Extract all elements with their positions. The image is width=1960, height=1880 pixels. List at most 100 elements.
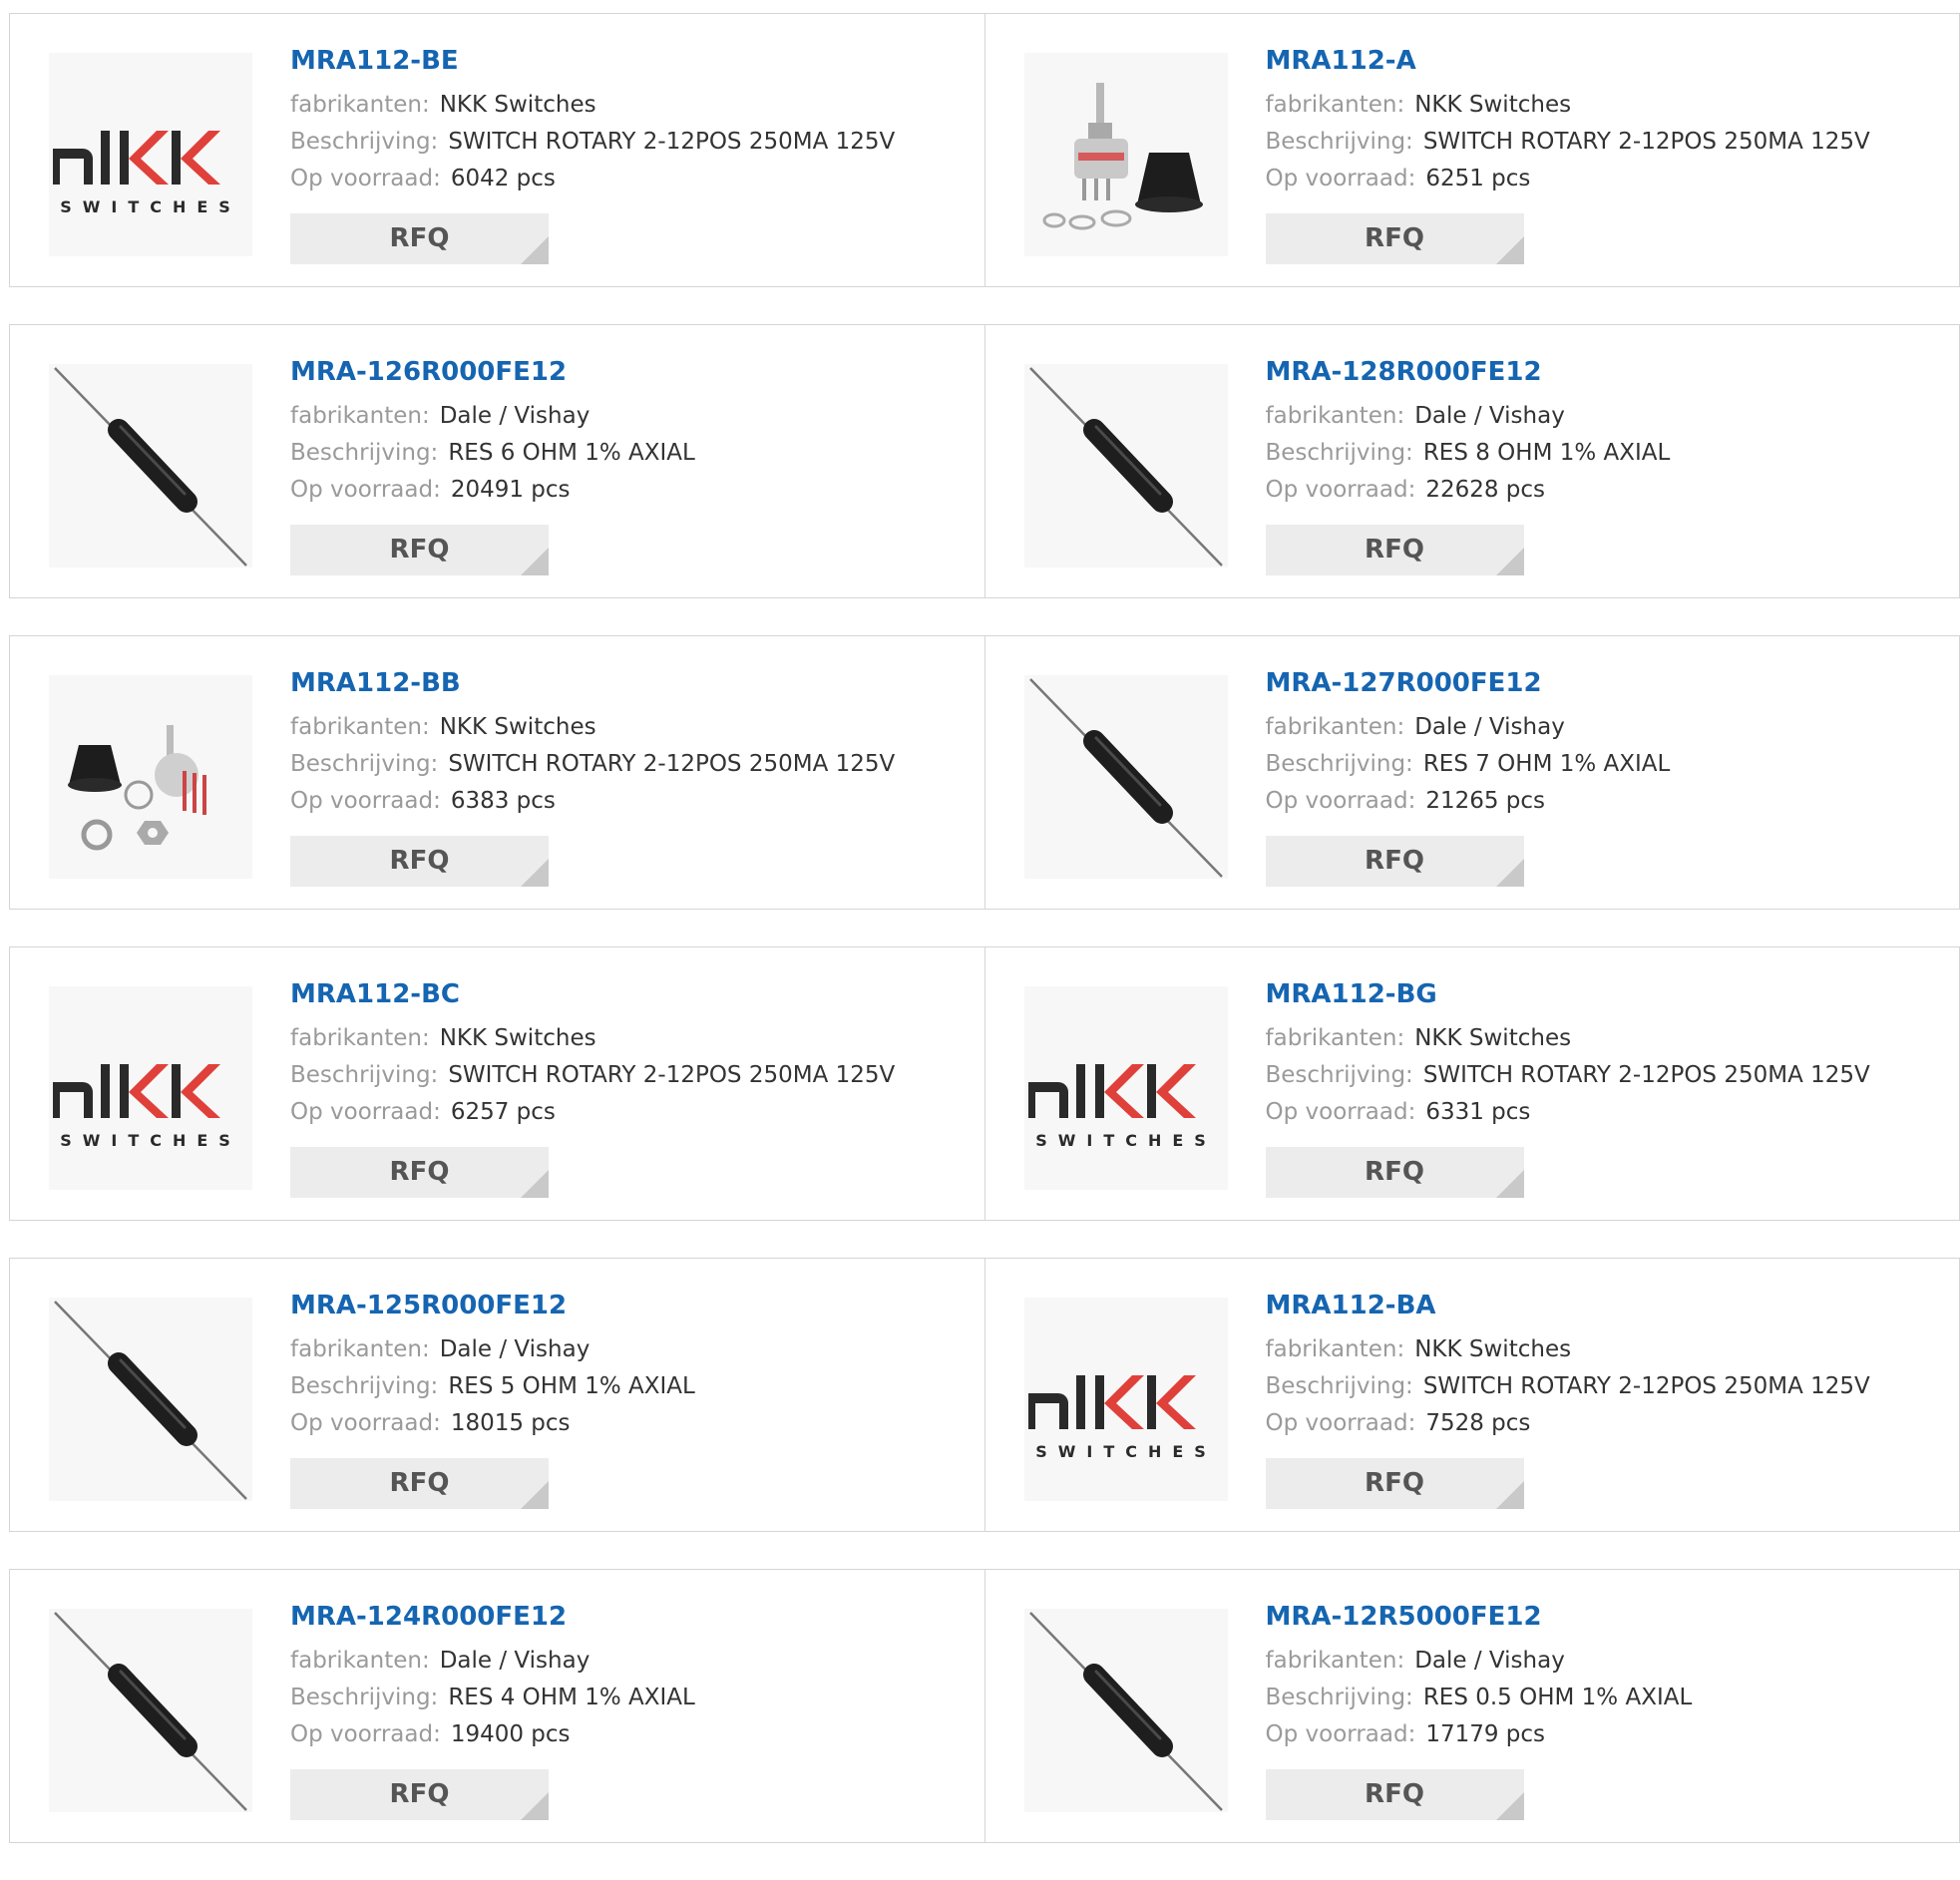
product-info: MRA-127R000FE12 fabrikanten:Dale / Visha… bbox=[1266, 666, 1950, 820]
part-number-link[interactable]: MRA-128R000FE12 bbox=[1266, 355, 1542, 389]
stock-label: Op voorraad: bbox=[1266, 788, 1416, 814]
product-row: SWITCHES MRA112-BE fabrikanten: NKK Switc… bbox=[9, 13, 1960, 287]
svg-text:SWITCHES: SWITCHES bbox=[60, 197, 241, 216]
manufacturer-label: fabrikanten: bbox=[290, 92, 430, 118]
product-image[interactable]: SWITCHES bbox=[1024, 1298, 1228, 1501]
product-image[interactable]: SWITCHES bbox=[49, 986, 252, 1190]
rfq-button-label: RFQ bbox=[290, 1147, 549, 1198]
rfq-button[interactable]: RFQ bbox=[1266, 1458, 1524, 1509]
product-image[interactable] bbox=[1024, 675, 1228, 879]
rfq-button-label: RFQ bbox=[1266, 1458, 1524, 1509]
description-label: Beschrijving: bbox=[290, 751, 438, 777]
part-number-link[interactable]: MRA112-BA bbox=[1266, 1289, 1436, 1322]
manufacturer-label: fabrikanten: bbox=[290, 1648, 430, 1674]
rotary-switch-icon bbox=[1024, 53, 1228, 256]
product-image[interactable] bbox=[49, 1298, 252, 1501]
product-image[interactable] bbox=[49, 364, 252, 567]
rfq-button[interactable]: RFQ bbox=[1266, 525, 1524, 575]
part-number-link[interactable]: MRA-125R000FE12 bbox=[290, 1289, 567, 1322]
part-number-link[interactable]: MRA112-A bbox=[1266, 44, 1416, 78]
manufacturer-label: fabrikanten: bbox=[290, 714, 430, 740]
product-card: MRA112-BB fabrikanten:NKK Switches Besch… bbox=[9, 635, 985, 910]
manufacturer-row: fabrikanten:Dale / Vishay bbox=[1266, 709, 1950, 746]
manufacturer-row: fabrikanten:Dale / Vishay bbox=[290, 398, 975, 435]
description-label: Beschrijving: bbox=[1266, 129, 1413, 155]
description-row: Beschrijving: SWITCH ROTARY 2-12POS 250MA… bbox=[290, 1057, 975, 1094]
product-image[interactable] bbox=[49, 675, 252, 879]
rfq-button[interactable]: RFQ bbox=[290, 1769, 549, 1820]
product-row: SWITCHES MRA112-BC fabrikanten:NKK Switc… bbox=[9, 946, 1960, 1221]
manufacturer-value: NKK Switches bbox=[1414, 1336, 1571, 1362]
product-image[interactable] bbox=[1024, 53, 1228, 256]
rotary-switch-icon bbox=[49, 675, 252, 879]
manufacturer-value: Dale / Vishay bbox=[1414, 403, 1565, 429]
stock-value: 18015 pcs bbox=[451, 1410, 571, 1436]
stock-label: Op voorraad: bbox=[290, 1099, 441, 1125]
corner-triangle-icon bbox=[1496, 859, 1524, 887]
part-number-link[interactable]: MRA-124R000FE12 bbox=[290, 1600, 567, 1634]
product-row: MRA-125R000FE12 fabrikanten:Dale / Visha… bbox=[9, 1258, 1960, 1532]
stock-label: Op voorraad: bbox=[290, 477, 441, 503]
description-label: Beschrijving: bbox=[290, 1062, 438, 1088]
rfq-button[interactable]: RFQ bbox=[1266, 213, 1524, 264]
stock-row: Op voorraad:20491 pcs bbox=[290, 472, 975, 509]
rfq-button[interactable]: RFQ bbox=[290, 1458, 549, 1509]
rfq-button[interactable]: RFQ bbox=[1266, 1769, 1524, 1820]
product-card: MRA-124R000FE12 fabrikanten:Dale / Visha… bbox=[9, 1569, 985, 1843]
manufacturer-row: fabrikanten:NKK Switches bbox=[1266, 1331, 1950, 1368]
part-number-link[interactable]: MRA112-BC bbox=[290, 977, 460, 1011]
part-number-link[interactable]: MRA112-BG bbox=[1266, 977, 1437, 1011]
rfq-button[interactable]: RFQ bbox=[290, 836, 549, 887]
manufacturer-label: fabrikanten: bbox=[1266, 1025, 1405, 1051]
product-card: SWITCHES MRA112-BA fabrikanten:NKK Switc… bbox=[985, 1258, 1960, 1532]
description-label: Beschrijving: bbox=[290, 440, 438, 466]
product-image[interactable] bbox=[1024, 1609, 1228, 1812]
stock-row: Op voorraad:6042 pcs bbox=[290, 161, 975, 197]
manufacturer-row: fabrikanten: NKK Switches bbox=[290, 87, 975, 124]
nkk-switches-logo-icon: SWITCHES bbox=[1024, 986, 1228, 1190]
stock-label: Op voorraad: bbox=[1266, 1721, 1416, 1747]
description-value: RES 5 OHM 1% AXIAL bbox=[448, 1373, 695, 1399]
rfq-button[interactable]: RFQ bbox=[290, 213, 549, 264]
rfq-button-label: RFQ bbox=[290, 836, 549, 887]
product-info: MRA-125R000FE12 fabrikanten:Dale / Visha… bbox=[290, 1289, 975, 1442]
description-row: Beschrijving: SWITCH ROTARY 2-12POS 250MA… bbox=[290, 746, 975, 783]
stock-row: Op voorraad:6257 pcs bbox=[290, 1094, 975, 1131]
rfq-button[interactable]: RFQ bbox=[1266, 1147, 1524, 1198]
part-number-link[interactable]: MRA-127R000FE12 bbox=[1266, 666, 1542, 700]
product-image[interactable]: SWITCHES bbox=[1024, 986, 1228, 1190]
rfq-button-label: RFQ bbox=[1266, 1147, 1524, 1198]
part-number-link[interactable]: MRA-126R000FE12 bbox=[290, 355, 567, 389]
description-value: SWITCH ROTARY 2-12POS 250MA 125V bbox=[448, 1062, 895, 1088]
description-row: Beschrijving:RES 7 OHM 1% AXIAL bbox=[1266, 746, 1950, 783]
rfq-button[interactable]: RFQ bbox=[290, 525, 549, 575]
manufacturer-value: NKK Switches bbox=[440, 92, 596, 118]
stock-row: Op voorraad:17179 pcs bbox=[1266, 1716, 1950, 1753]
description-value: SWITCH ROTARY 2-12POS 250MA 125V bbox=[448, 129, 895, 155]
corner-triangle-icon bbox=[1496, 1481, 1524, 1509]
product-card: SWITCHES MRA112-BG fabrikanten:NKK Switc… bbox=[985, 946, 1960, 1221]
rfq-button[interactable]: RFQ bbox=[290, 1147, 549, 1198]
manufacturer-value: Dale / Vishay bbox=[1414, 1648, 1565, 1674]
product-image[interactable] bbox=[1024, 364, 1228, 567]
part-number-link[interactable]: MRA-12R5000FE12 bbox=[1266, 1600, 1542, 1634]
stock-label: Op voorraad: bbox=[290, 166, 441, 191]
axial-resistor-icon bbox=[49, 1298, 252, 1501]
description-value: RES 7 OHM 1% AXIAL bbox=[1423, 751, 1671, 777]
part-number-link[interactable]: MRA112-BB bbox=[290, 666, 461, 700]
nkk-switches-logo-icon: SWITCHES bbox=[1024, 1298, 1228, 1501]
rfq-button-label: RFQ bbox=[1266, 1769, 1524, 1820]
product-info: MRA-126R000FE12 fabrikanten:Dale / Visha… bbox=[290, 355, 975, 509]
rfq-button[interactable]: RFQ bbox=[1266, 836, 1524, 887]
product-image[interactable] bbox=[49, 1609, 252, 1812]
description-value: SWITCH ROTARY 2-12POS 250MA 125V bbox=[1423, 129, 1870, 155]
product-image[interactable]: SWITCHES bbox=[49, 53, 252, 256]
nkk-switches-logo-icon: SWITCHES bbox=[49, 986, 252, 1190]
product-grid: SWITCHES MRA112-BE fabrikanten: NKK Switc… bbox=[9, 13, 1960, 1880]
description-row: Beschrijving: SWITCH ROTARY 2-12POS 250MA… bbox=[1266, 124, 1950, 161]
manufacturer-row: fabrikanten:NKK Switches bbox=[290, 1020, 975, 1057]
stock-value: 6383 pcs bbox=[451, 788, 556, 814]
stock-row: Op voorraad:6251 pcs bbox=[1266, 161, 1950, 197]
description-value: SWITCH ROTARY 2-12POS 250MA 125V bbox=[448, 751, 895, 777]
part-number-link[interactable]: MRA112-BE bbox=[290, 44, 459, 78]
